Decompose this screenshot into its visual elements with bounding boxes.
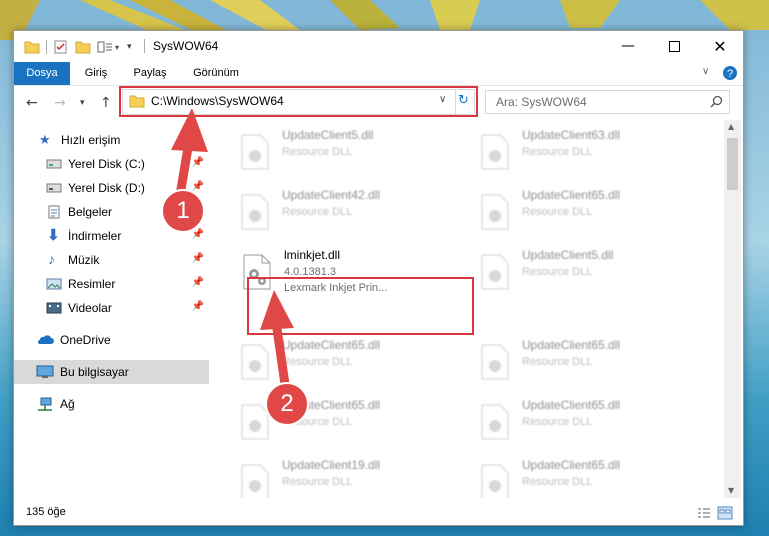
sidebar-item-disk-c[interactable]: Yerel Disk (C:) 📌 xyxy=(14,152,209,176)
pictures-icon xyxy=(46,278,62,290)
tab-share[interactable]: Paylaş xyxy=(124,62,176,85)
properties-icon[interactable] xyxy=(53,40,69,54)
sidebar-item-quick-access[interactable]: ★ Hızlı erişim xyxy=(14,128,209,152)
arrow-right-icon: → xyxy=(54,95,66,111)
quick-access-toolbar: ▾ ▾ xyxy=(24,39,132,55)
up-button[interactable]: ↑ xyxy=(100,95,112,111)
file-item[interactable]: UpdateClient65.dll Resource DLL xyxy=(474,396,694,448)
minimize-button[interactable]: — xyxy=(605,31,651,61)
pin-icon[interactable]: 📌 xyxy=(192,229,204,240)
computer-icon xyxy=(36,365,54,378)
file-item[interactable]: UpdateClient5.dll Resource DLL xyxy=(234,126,454,178)
sidebar-item-music[interactable]: ♪ Müzik 📌 xyxy=(14,248,209,272)
file-item[interactable]: UpdateClient65.dll Resource DLL xyxy=(474,186,694,238)
ribbon-tabs: Dosya Giriş Paylaş Görünüm ∨ ? xyxy=(14,62,743,86)
file-item[interactable]: UpdateClient63.dll Resource DLL xyxy=(474,126,694,178)
file-list: UpdateClient5.dll Resource DLL UpdateCli… xyxy=(212,120,722,498)
file-item[interactable]: UpdateClient65.dll Resource DLL xyxy=(474,456,694,498)
navigation-pane: ★ Hızlı erişim Yerel Disk (C:) 📌 Yerel D… xyxy=(14,126,209,498)
file-item[interactable]: UpdateClient5.dll Resource DLL xyxy=(474,246,694,298)
item-count: 135 öğe xyxy=(26,506,66,518)
title-bar: ▾ ▾ SysWOW64 — ✕ xyxy=(14,31,743,62)
close-button[interactable]: ✕ xyxy=(697,31,743,61)
download-icon: ⬇ xyxy=(47,227,60,244)
new-folder-icon[interactable] xyxy=(75,40,91,54)
minimize-icon: — xyxy=(621,38,635,54)
svg-text:?: ? xyxy=(727,68,733,80)
cloud-icon xyxy=(38,335,54,344)
videos-icon xyxy=(46,302,62,314)
dll-file-icon xyxy=(481,404,509,440)
documents-icon xyxy=(48,205,60,219)
sidebar-item-videos[interactable]: Videolar 📌 xyxy=(14,296,209,320)
dll-file-icon xyxy=(241,134,269,170)
dll-file-icon xyxy=(481,254,509,290)
drive-icon xyxy=(46,183,62,193)
explorer-window: ▾ ▾ SysWOW64 — ✕ Dosya Giriş Paylaş Görü… xyxy=(13,30,744,526)
network-icon xyxy=(38,397,52,411)
recent-locations-button[interactable]: ▾ xyxy=(80,98,85,108)
dll-file-icon xyxy=(481,134,509,170)
dll-file-icon xyxy=(481,464,509,498)
sidebar-item-pictures[interactable]: Resimler 📌 xyxy=(14,272,209,296)
address-highlight-box xyxy=(119,86,478,117)
forward-button[interactable]: → xyxy=(54,95,66,111)
file-highlight-box xyxy=(247,277,474,335)
window-title: SysWOW64 xyxy=(153,39,219,53)
music-icon: ♪ xyxy=(48,251,55,267)
tab-view[interactable]: Görünüm xyxy=(186,62,246,85)
file-item[interactable]: UpdateClient19.dll Resource DLL xyxy=(234,456,454,498)
arrow-left-icon: ← xyxy=(26,95,38,111)
search-icon xyxy=(710,95,723,108)
help-icon[interactable]: ? xyxy=(722,65,738,81)
star-icon: ★ xyxy=(39,132,51,147)
search-box[interactable]: Ara: SysWOW64 xyxy=(485,90,730,114)
dll-file-icon xyxy=(241,344,269,380)
ribbon-expand-icon[interactable]: ∨ xyxy=(702,66,709,77)
dll-file-icon xyxy=(241,194,269,230)
close-icon: ✕ xyxy=(713,36,727,56)
separator xyxy=(46,40,47,54)
scroll-up-icon[interactable]: ▲ xyxy=(728,122,734,131)
dll-file-icon xyxy=(481,344,509,380)
vertical-scrollbar[interactable]: ▲ ▼ xyxy=(724,120,741,498)
drive-icon xyxy=(46,159,62,169)
sidebar-item-this-pc[interactable]: Bu bilgisayar xyxy=(14,360,209,384)
sidebar-item-network[interactable]: Ağ xyxy=(14,392,209,416)
back-button[interactable]: ← xyxy=(26,95,38,111)
pin-icon[interactable]: 📌 xyxy=(192,277,204,288)
scroll-thumb[interactable] xyxy=(727,138,738,190)
chevron-down-icon[interactable]: ▾ xyxy=(115,43,119,52)
dll-file-icon xyxy=(481,194,509,230)
file-item[interactable]: UpdateClient65.dll Resource DLL xyxy=(474,336,694,388)
scroll-down-icon[interactable]: ▼ xyxy=(728,486,734,495)
pin-icon[interactable]: 📌 xyxy=(192,181,204,192)
maximize-icon xyxy=(668,40,680,52)
large-icons-view-icon[interactable] xyxy=(717,506,733,520)
arrow-up-icon: ↑ xyxy=(100,95,112,111)
maximize-button[interactable] xyxy=(651,31,697,61)
step-marker-1: 1 xyxy=(161,189,205,233)
folder-icon[interactable] xyxy=(24,40,40,54)
search-input[interactable]: Ara: SysWOW64 xyxy=(496,95,587,109)
tab-home[interactable]: Giriş xyxy=(76,62,116,85)
status-bar: 135 öğe xyxy=(14,501,743,525)
file-item[interactable]: UpdateClient42.dll Resource DLL xyxy=(234,186,454,238)
qat-dropdown-icon[interactable]: ▾ xyxy=(127,42,132,52)
details-view-icon[interactable] xyxy=(697,507,711,519)
sidebar-item-onedrive[interactable]: OneDrive xyxy=(14,328,209,352)
dll-file-icon xyxy=(241,464,269,498)
chevron-down-icon: ▾ xyxy=(80,98,85,108)
file-item[interactable]: UpdateClient65.dll Resource DLL xyxy=(234,336,454,388)
customize-icon[interactable] xyxy=(97,40,113,54)
pin-icon[interactable]: 📌 xyxy=(192,301,204,312)
pin-icon[interactable]: 📌 xyxy=(192,157,204,168)
navigation-bar: ← → ▾ ↑ C:\Windows\SysWOW64 ∨ ↻ Ara: Sys… xyxy=(14,86,743,120)
step-marker-2: 2 xyxy=(265,382,309,426)
pin-icon[interactable]: 📌 xyxy=(192,253,204,264)
tab-file[interactable]: Dosya xyxy=(14,62,70,85)
